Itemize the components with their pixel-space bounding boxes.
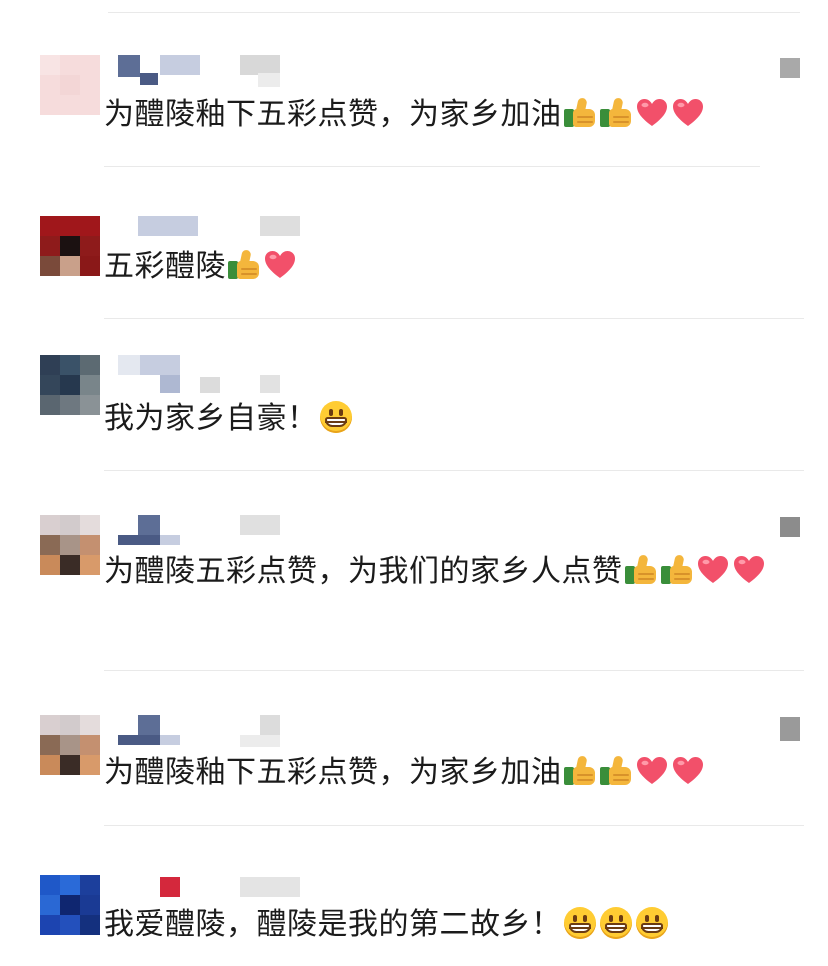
username-blurred[interactable] <box>118 355 288 395</box>
comment-text: 五彩醴陵 <box>104 244 798 290</box>
avatar[interactable] <box>40 355 100 415</box>
username-blurred[interactable] <box>118 715 288 749</box>
divider <box>104 825 804 826</box>
grinning-face-icon <box>635 906 669 940</box>
heart-icon <box>732 553 766 587</box>
comment-text: 为醴陵釉下五彩点赞，为家乡加油 <box>104 750 798 796</box>
like-icon[interactable] <box>780 517 800 537</box>
avatar[interactable] <box>40 216 100 276</box>
heart-icon <box>671 754 705 788</box>
thumbs-up-icon <box>599 754 633 788</box>
comment-text: 我爱醴陵，醴陵是我的第二故乡！ <box>104 902 798 948</box>
heart-icon <box>671 96 705 130</box>
thumbs-up-icon <box>563 754 597 788</box>
avatar[interactable] <box>40 515 100 575</box>
heart-icon <box>263 248 297 282</box>
comment-text: 为醴陵五彩点赞，为我们的家乡人点赞 <box>104 549 798 595</box>
like-icon[interactable] <box>780 717 800 741</box>
like-icon[interactable] <box>780 58 800 78</box>
avatar[interactable] <box>40 875 100 935</box>
comment-body: 为醴陵五彩点赞，为我们的家乡人点赞 <box>104 554 623 589</box>
comment-body: 我爱醴陵，醴陵是我的第二故乡！ <box>104 907 562 942</box>
thumbs-up-icon <box>227 248 261 282</box>
comment-body: 我为家乡自豪！ <box>104 401 318 436</box>
username-blurred[interactable] <box>118 214 308 238</box>
avatar[interactable] <box>40 55 100 115</box>
grinning-face-icon <box>319 400 353 434</box>
divider-top <box>108 12 800 13</box>
thumbs-up-icon <box>624 553 658 587</box>
username-blurred[interactable] <box>118 515 288 549</box>
grinning-face-icon <box>563 906 597 940</box>
comment-text: 为醴陵釉下五彩点赞，为家乡加油 <box>104 92 798 138</box>
thumbs-up-icon <box>563 96 597 130</box>
grinning-face-icon <box>599 906 633 940</box>
heart-icon <box>696 553 730 587</box>
thumbs-up-icon <box>599 96 633 130</box>
username-blurred[interactable] <box>118 55 283 87</box>
comment-body: 为醴陵釉下五彩点赞，为家乡加油 <box>104 97 562 132</box>
comment-text: 我为家乡自豪！ <box>104 396 798 442</box>
thumbs-up-icon <box>660 553 694 587</box>
heart-icon <box>635 754 669 788</box>
heart-icon <box>635 96 669 130</box>
divider <box>104 318 804 319</box>
comment-body: 为醴陵釉下五彩点赞，为家乡加油 <box>104 755 562 790</box>
divider <box>104 166 760 167</box>
avatar[interactable] <box>40 715 100 775</box>
username-blurred[interactable] <box>118 875 308 899</box>
comment-body: 五彩醴陵 <box>104 249 226 284</box>
divider <box>104 670 804 671</box>
divider <box>104 470 804 471</box>
